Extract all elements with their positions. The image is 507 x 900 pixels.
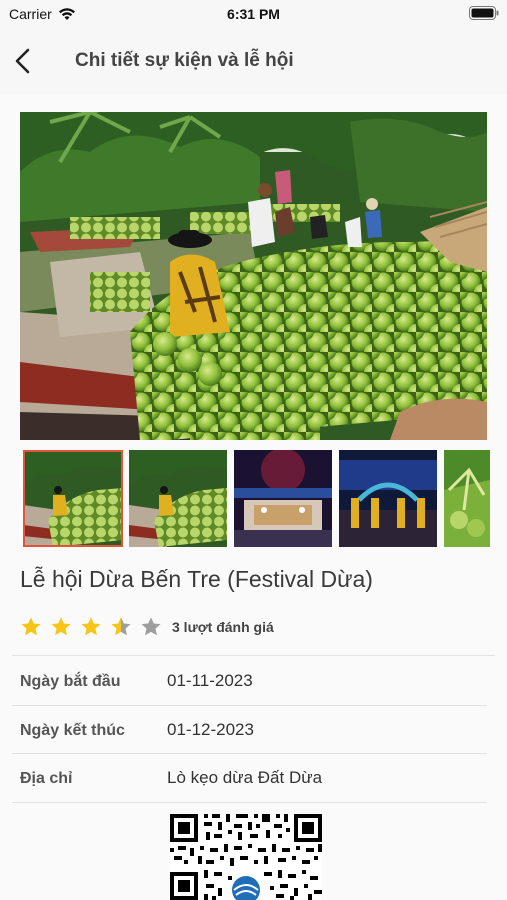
hero-image[interactable] — [20, 112, 487, 440]
star-icon — [51, 617, 71, 636]
star-icon — [81, 617, 101, 636]
end-date-label: Ngày kết thúc — [20, 722, 125, 739]
event-title: Lễ hội Dừa Bến Tre (Festival Dừa) — [20, 566, 373, 592]
rating-count: 3 lượt đánh giá — [172, 619, 274, 635]
event-detail-content: Lễ hội Dừa Bến Tre (Festival Dừa) 3 lượt… — [0, 94, 507, 900]
page-title: Chi tiết sự kiện và lễ hội — [75, 50, 294, 71]
star-half-icon — [111, 617, 131, 636]
qr-code-image — [170, 814, 322, 900]
thumbnail-image — [23, 450, 123, 547]
thumbnail-image — [339, 450, 437, 547]
status-bar: Carrier 6:31 PM — [0, 0, 507, 28]
thumbnail-image — [234, 450, 332, 547]
thumbnail-image — [129, 450, 227, 547]
back-button[interactable] — [6, 44, 40, 78]
qr-code — [170, 814, 322, 900]
address-row: Địa chỉ Lò kẹo dừa Đất Dừa — [20, 756, 487, 804]
star-icon — [21, 617, 41, 636]
start-date-value: 01-11-2023 — [167, 671, 253, 690]
chevron-left-icon — [15, 48, 30, 74]
thumbnail-5[interactable] — [444, 450, 490, 547]
star-empty-icon — [141, 617, 161, 636]
end-date-row: Ngày kết thúc 01-12-2023 — [20, 708, 487, 756]
thumbnail-image — [444, 450, 490, 547]
start-date-row: Ngày bắt đầu 01-11-2023 — [20, 659, 487, 707]
status-time: 6:31 PM — [227, 6, 280, 22]
coconut-market-photo — [20, 112, 487, 440]
divider — [12, 802, 487, 803]
thumbnail-1[interactable] — [23, 450, 123, 547]
rating-row[interactable]: 3 lượt đánh giá — [20, 616, 274, 638]
end-date-value: 01-12-2023 — [167, 720, 254, 739]
divider — [12, 705, 487, 706]
gallery-thumbnails — [20, 450, 490, 548]
thumbnail-4[interactable] — [339, 450, 437, 547]
nav-bar: Chi tiết sự kiện và lễ hội — [0, 28, 507, 94]
divider — [12, 753, 487, 754]
battery-icon — [469, 6, 499, 20]
start-date-label: Ngày bắt đầu — [20, 673, 121, 690]
divider — [12, 655, 495, 656]
thumbnail-3[interactable] — [234, 450, 332, 547]
thumbnail-2[interactable] — [129, 450, 227, 547]
address-value: Lò kẹo dừa Đất Dừa — [167, 768, 323, 787]
address-label: Địa chỉ — [20, 770, 73, 787]
